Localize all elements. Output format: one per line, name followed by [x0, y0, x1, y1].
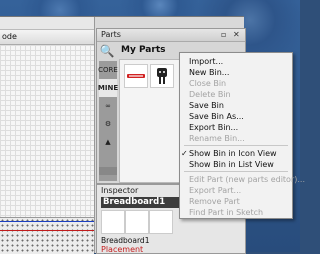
menu-item-save-bin[interactable]: Save Bin — [180, 100, 292, 111]
float-icon[interactable]: ▫ — [221, 30, 226, 39]
menu-item-save-bin-as[interactable]: Save Bin As... — [180, 111, 292, 122]
pcb-thumbnail[interactable] — [149, 210, 173, 234]
menu-item-export-bin[interactable]: Export Bin... — [180, 122, 292, 133]
red-rail — [0, 230, 94, 231]
scroll-down-button[interactable] — [99, 167, 117, 175]
robot-part-icon[interactable] — [150, 64, 174, 88]
placement-section[interactable]: Placement — [101, 245, 143, 254]
bin-tab-other[interactable]: ▲ — [99, 133, 117, 151]
sketch-pane: ode — [0, 17, 95, 254]
bin-context-menu: Import... New Bin... Close Bin Delete Bi… — [179, 52, 305, 219]
menu-item-show-icon-view[interactable]: ✓ Show Bin in Icon View — [180, 148, 292, 159]
bin-tabs: CORE MINE ∞ ⚙ ▲ — [98, 61, 118, 181]
menu-item-remove-part: Remove Part — [189, 197, 240, 206]
breadboard-thumbnail[interactable] — [101, 210, 125, 234]
bin-tab-gear[interactable]: ⚙ — [99, 115, 117, 133]
menu-item-new-bin[interactable]: New Bin... — [180, 67, 292, 78]
bin-tab-core[interactable]: CORE — [98, 61, 118, 79]
bin-tab-infinity[interactable]: ∞ — [99, 97, 117, 115]
close-icon[interactable]: ✕ — [233, 30, 240, 39]
menu-separator — [184, 171, 288, 172]
menu-item-close-bin: Close Bin — [189, 79, 227, 88]
menu-item-rename-bin: Rename Bin... — [189, 134, 245, 143]
bin-title: My Parts — [121, 45, 166, 55]
breadboard[interactable] — [0, 217, 94, 254]
menu-item-delete-bin: Delete Bin — [189, 90, 231, 99]
menu-item-edit-part: Edit Part (new parts editor)... — [189, 175, 305, 184]
menu-item-label: Show Bin in Icon View — [189, 149, 277, 158]
tab-code[interactable]: ode — [0, 29, 94, 45]
sparkfun-logo-part-icon[interactable] — [124, 64, 148, 88]
parts-panel-title: Parts — [101, 30, 121, 39]
schematic-thumbnail[interactable] — [125, 210, 149, 234]
menu-item-find-part: Find Part in Sketch — [189, 208, 264, 217]
menu-separator — [184, 145, 288, 146]
search-icon[interactable]: 🔍 — [99, 43, 115, 59]
checkmark-icon: ✓ — [181, 149, 188, 158]
menu-item-show-list-view[interactable]: Show Bin in List View — [180, 159, 292, 170]
blue-rail — [0, 221, 94, 222]
bin-tab-mine[interactable]: MINE — [98, 79, 118, 97]
inspector-title: Inspector — [101, 186, 139, 195]
parts-panel-titlebar: Parts ▫ ✕ — [97, 29, 245, 42]
board-label: Breadboard1 — [101, 236, 150, 245]
tab-label: ode — [2, 32, 17, 41]
menu-item-import[interactable]: Import... — [180, 56, 292, 67]
menu-item-export-part: Export Part... — [189, 186, 242, 195]
